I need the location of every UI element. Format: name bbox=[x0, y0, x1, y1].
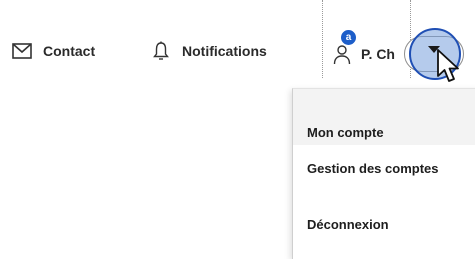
user-icon bbox=[333, 45, 351, 65]
menu-item-gestion-des-comptes[interactable]: Gestion des comptes bbox=[307, 161, 438, 176]
contact-link[interactable]: Contact bbox=[12, 43, 95, 59]
menu-item-mon-compte[interactable]: Mon compte bbox=[307, 125, 384, 140]
mouse-cursor-icon bbox=[437, 49, 459, 82]
menu-item-deconnexion[interactable]: Déconnexion bbox=[307, 217, 389, 232]
nav-separator bbox=[322, 0, 323, 78]
contact-label: Contact bbox=[43, 43, 96, 59]
notifications-label: Notifications bbox=[182, 43, 267, 59]
envelope-icon bbox=[12, 43, 32, 59]
bell-icon bbox=[153, 41, 169, 60]
notifications-link[interactable]: Notifications bbox=[153, 41, 267, 61]
user-menu[interactable]: a P. Ch bbox=[333, 30, 395, 66]
avatar: a bbox=[333, 30, 356, 66]
notification-badge: a bbox=[341, 30, 356, 45]
account-dropdown-menu: Mon compte Gestion des comptes Déconnexi… bbox=[292, 88, 475, 259]
user-name: P. Ch bbox=[361, 46, 395, 62]
